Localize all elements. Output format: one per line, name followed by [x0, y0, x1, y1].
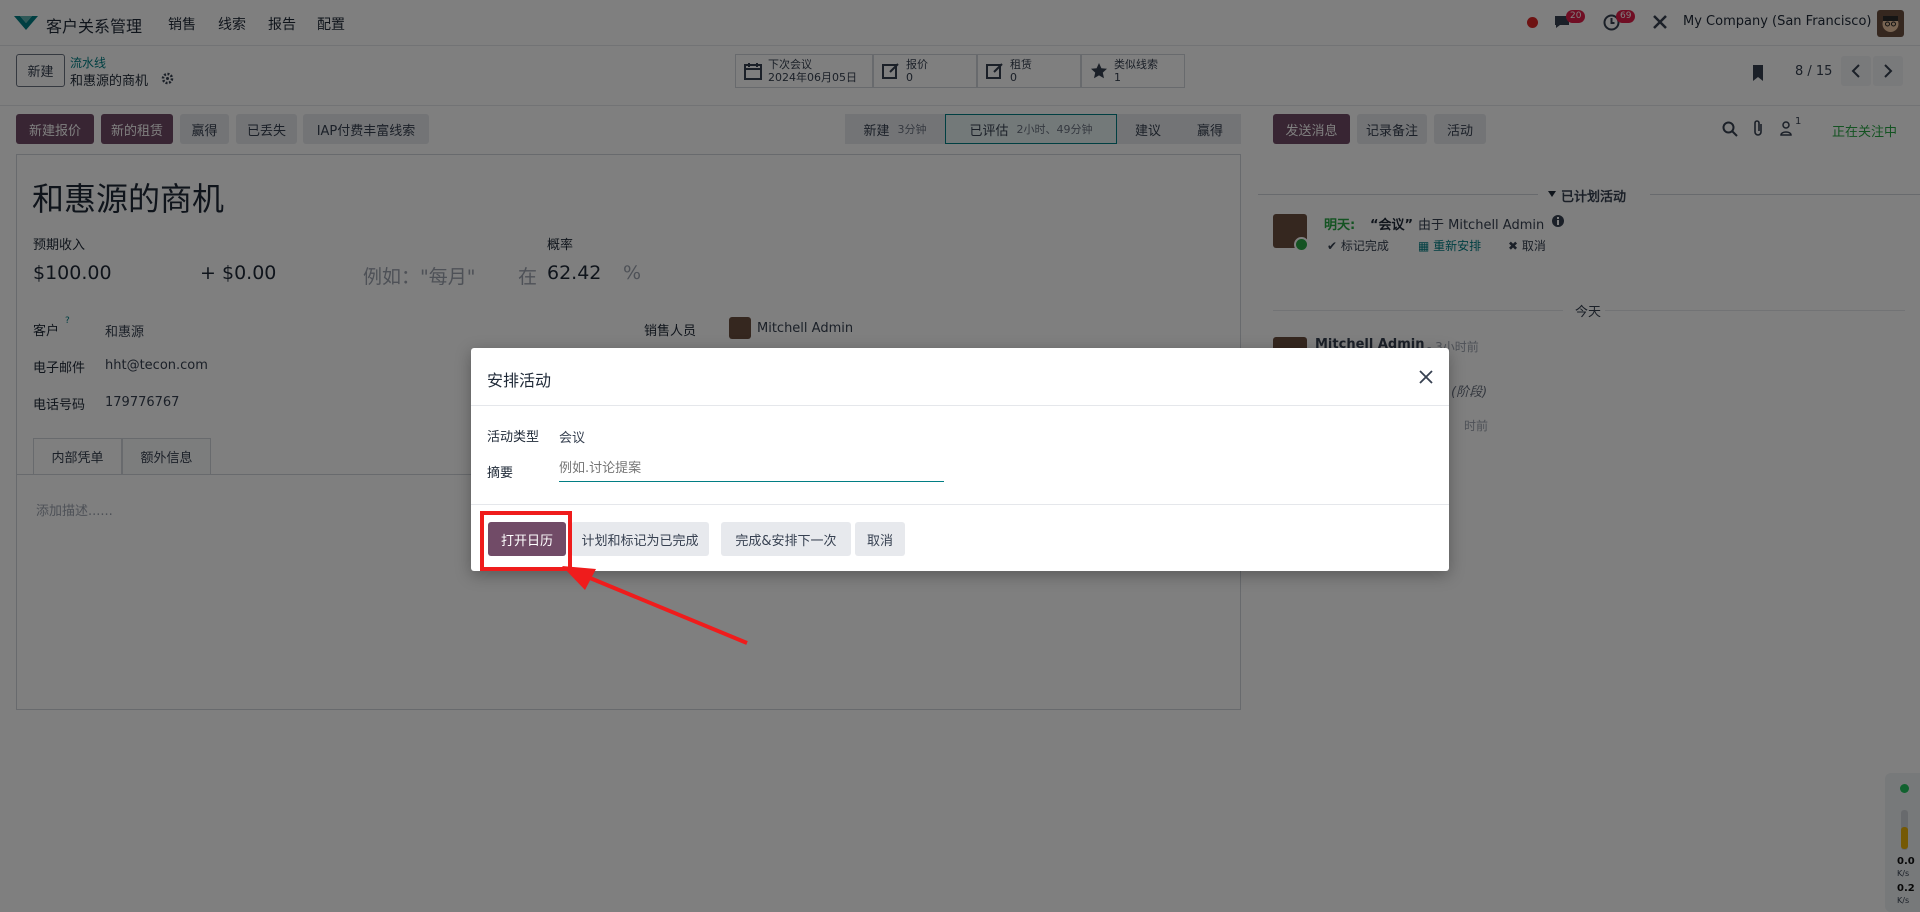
schedule-activity-dialog: 安排活动 活动类型 会议 摘要 打开日历 计划和标记为已完成 完成&安排下一次 …: [471, 348, 1449, 571]
summary-input[interactable]: [559, 456, 944, 482]
activity-type-label: 活动类型: [487, 430, 540, 445]
annotation-highlight-box: [480, 511, 572, 571]
close-icon[interactable]: [1418, 369, 1434, 385]
dialog-cancel-button[interactable]: 取消: [855, 522, 905, 556]
activity-type-field[interactable]: 会议: [559, 427, 585, 446]
done-schedule-next-button[interactable]: 完成&安排下一次: [721, 522, 851, 556]
summary-label: 摘要: [487, 466, 514, 481]
dialog-header: 安排活动: [471, 348, 1449, 406]
dialog-title: 安排活动: [487, 371, 552, 390]
schedule-mark-done-button[interactable]: 计划和标记为已完成: [571, 522, 709, 556]
